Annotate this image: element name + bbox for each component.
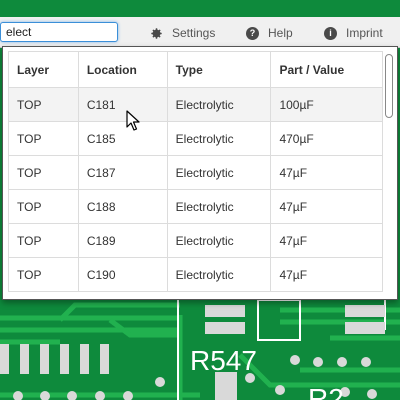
imprint-button[interactable]: i Imprint bbox=[324, 25, 383, 41]
cell-layer: TOP bbox=[8, 87, 79, 122]
cell-location: C181 bbox=[77, 87, 168, 122]
scrollbar-thumb[interactable] bbox=[385, 54, 393, 118]
cell-type: Electrolytic bbox=[166, 189, 272, 224]
column-header-part-value: Part / Value bbox=[270, 51, 383, 88]
cell-part-value: 100µF bbox=[270, 87, 383, 122]
cell-type: Electrolytic bbox=[166, 155, 272, 190]
cell-layer: TOP bbox=[8, 121, 79, 156]
table-row[interactable]: TOP C189 Electrolytic 47µF bbox=[8, 223, 383, 258]
table-row[interactable]: TOP C187 Electrolytic 47µF bbox=[8, 155, 383, 190]
cell-location: C185 bbox=[77, 121, 168, 156]
cell-part-value: 47µF bbox=[270, 257, 383, 292]
cell-part-value: 47µF bbox=[270, 155, 383, 190]
gear-icon bbox=[150, 27, 163, 40]
cell-layer: TOP bbox=[8, 189, 79, 224]
table-row[interactable]: TOP C188 Electrolytic 47µF bbox=[8, 189, 383, 224]
help-label: Help bbox=[268, 26, 293, 40]
cell-layer: TOP bbox=[8, 155, 79, 190]
silkscreen-label-partial: R2 bbox=[308, 383, 344, 400]
search-input[interactable] bbox=[0, 22, 118, 42]
cell-type: Electrolytic bbox=[166, 257, 272, 292]
cell-layer: TOP bbox=[8, 257, 79, 292]
cell-location: C188 bbox=[77, 189, 168, 224]
cell-part-value: 470µF bbox=[270, 121, 383, 156]
cell-location: C189 bbox=[77, 223, 168, 258]
imprint-label: Imprint bbox=[346, 26, 383, 40]
results-table: Layer Location Type Part / Value TOP C18… bbox=[8, 51, 383, 292]
search-results-panel: Layer Location Type Part / Value TOP C18… bbox=[2, 46, 398, 300]
settings-label: Settings bbox=[172, 26, 216, 40]
results-scrollbar[interactable] bbox=[384, 51, 394, 295]
silkscreen-label-r547: R547 bbox=[190, 345, 257, 376]
mouse-pointer-icon bbox=[126, 110, 140, 131]
column-header-type: Type bbox=[166, 51, 272, 88]
cell-location: C190 bbox=[77, 257, 168, 292]
table-row[interactable]: TOP C190 Electrolytic 47µF bbox=[8, 257, 383, 292]
cell-part-value: 47µF bbox=[270, 189, 383, 224]
cell-layer: TOP bbox=[8, 223, 79, 258]
help-button[interactable]: ? Help bbox=[246, 25, 293, 41]
question-circle-icon: ? bbox=[246, 26, 259, 40]
column-header-layer: Layer bbox=[8, 51, 79, 88]
cell-type: Electrolytic bbox=[166, 121, 272, 156]
cell-type: Electrolytic bbox=[166, 223, 272, 258]
cell-type: Electrolytic bbox=[166, 87, 272, 122]
cell-part-value: 47µF bbox=[270, 223, 383, 258]
table-row[interactable]: TOP C185 Electrolytic 470µF bbox=[8, 121, 383, 156]
info-circle-icon: i bbox=[324, 26, 337, 40]
table-row[interactable]: TOP C181 Electrolytic 100µF bbox=[8, 87, 383, 122]
cell-location: C187 bbox=[77, 155, 168, 190]
settings-button[interactable]: Settings bbox=[150, 25, 215, 41]
column-header-location: Location bbox=[77, 51, 168, 88]
table-header-row: Layer Location Type Part / Value bbox=[8, 51, 383, 88]
